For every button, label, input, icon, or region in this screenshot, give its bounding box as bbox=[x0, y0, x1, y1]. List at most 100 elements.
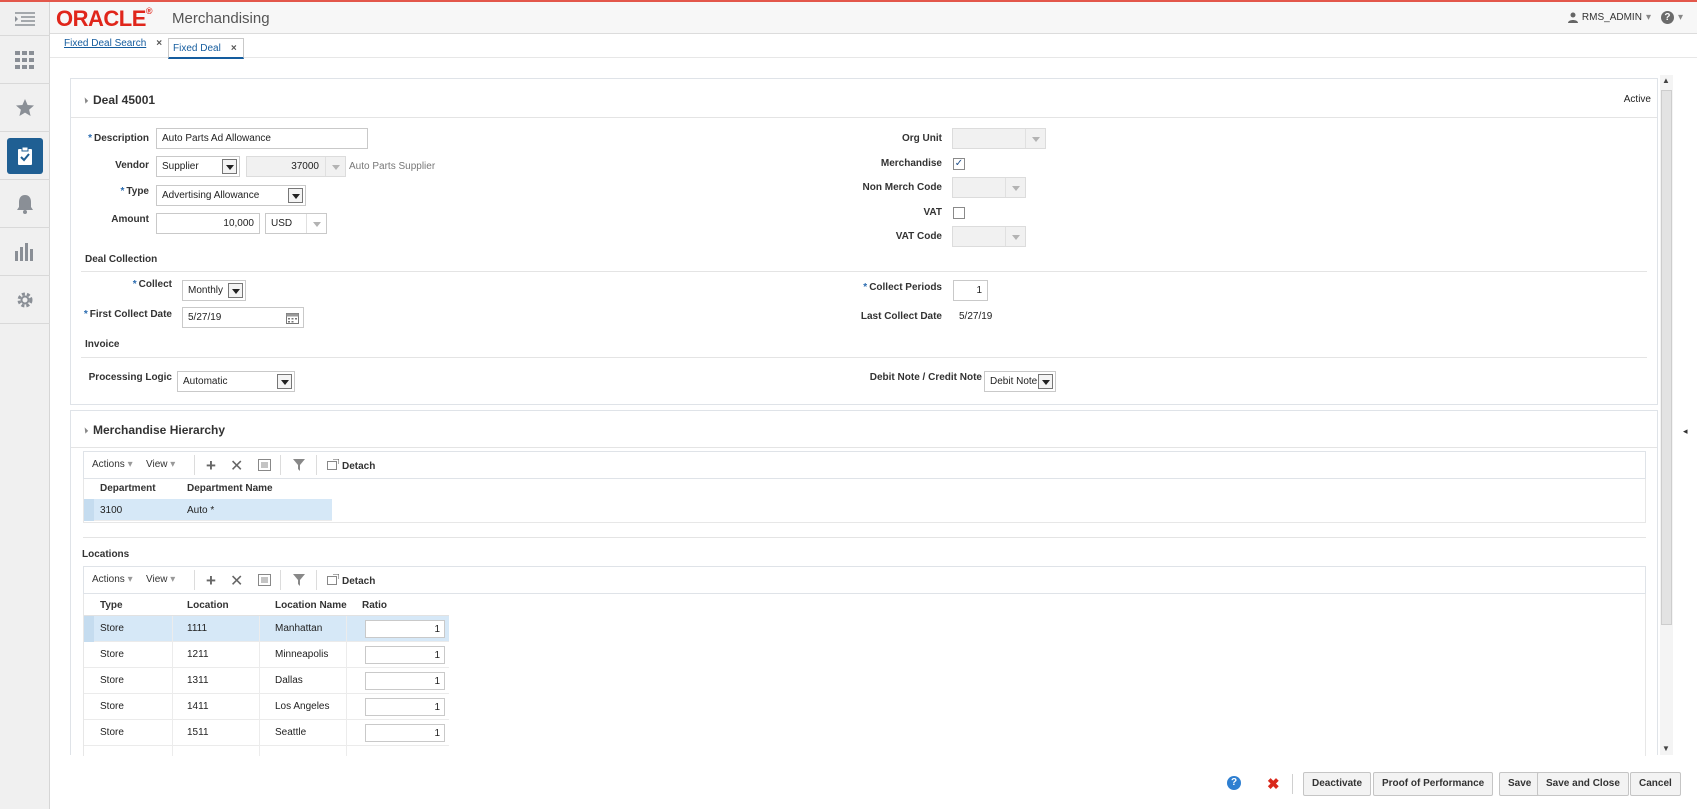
view-menu[interactable]: View ▾ bbox=[146, 459, 175, 470]
table-row[interactable]: Store 1111 Manhattan 1 bbox=[84, 616, 449, 642]
column-header-location-name[interactable]: Location Name bbox=[275, 600, 347, 611]
delete-icon[interactable]: ✕ bbox=[230, 456, 243, 476]
actions-menu[interactable]: Actions ▾ bbox=[92, 574, 133, 585]
cancel-x-icon[interactable]: ✖ bbox=[1267, 775, 1280, 793]
proof-of-performance-button[interactable]: Proof of Performance bbox=[1373, 772, 1494, 796]
view-menu[interactable]: View ▾ bbox=[146, 574, 175, 585]
chevron-down-icon[interactable] bbox=[325, 157, 345, 176]
divider bbox=[83, 537, 1646, 538]
row-selector[interactable] bbox=[84, 616, 94, 642]
save-and-close-button[interactable]: Save and Close bbox=[1537, 772, 1629, 796]
last-collect-date-label: Last Collect Date bbox=[860, 311, 942, 322]
tab-label[interactable]: Fixed Deal Search bbox=[64, 38, 146, 49]
column-header-department-name[interactable]: Department Name bbox=[187, 483, 273, 494]
amount-field[interactable]: 10,000 bbox=[156, 213, 260, 234]
table-row[interactable]: Store 1511 Seattle 1 bbox=[84, 720, 449, 746]
column-header-ratio[interactable]: Ratio bbox=[362, 600, 387, 611]
export-icon[interactable] bbox=[258, 459, 271, 474]
type-select[interactable]: Advertising Allowance bbox=[156, 185, 306, 206]
toolbar-separator bbox=[194, 570, 195, 590]
filter-icon[interactable] bbox=[293, 459, 305, 474]
invoice-title: Invoice bbox=[85, 339, 120, 350]
chevron-down-icon[interactable] bbox=[306, 214, 326, 233]
description-field[interactable]: Auto Parts Ad Allowance bbox=[156, 128, 368, 149]
table-row[interactable]: Store 1411 Los Angeles 1 bbox=[84, 694, 449, 720]
detach-button[interactable]: Detach bbox=[327, 458, 375, 472]
detach-button[interactable]: Detach bbox=[327, 573, 375, 587]
vat-checkbox[interactable] bbox=[953, 207, 965, 219]
ratio-input[interactable]: 1 bbox=[365, 724, 445, 742]
vat-code-select[interactable] bbox=[952, 226, 1026, 247]
chevron-down-icon[interactable] bbox=[288, 188, 303, 203]
rail-apps[interactable] bbox=[0, 36, 50, 84]
tab-fixed-deal-search[interactable]: Fixed Deal Search × bbox=[64, 38, 162, 58]
merchandise-checkbox[interactable]: ✓ bbox=[953, 158, 965, 170]
chevron-down-icon[interactable] bbox=[1025, 129, 1045, 148]
chevron-down-icon[interactable] bbox=[228, 283, 243, 298]
column-header-type[interactable]: Type bbox=[100, 600, 123, 611]
deal-header[interactable]: Deal 45001 bbox=[81, 93, 155, 107]
chevron-down-icon[interactable] bbox=[1038, 374, 1053, 389]
column-header-department[interactable]: Department bbox=[100, 483, 156, 494]
actions-menu[interactable]: Actions ▾ bbox=[92, 459, 133, 470]
collect-periods-field[interactable]: 1 bbox=[953, 280, 988, 301]
save-button[interactable]: Save bbox=[1499, 772, 1541, 796]
row-selector[interactable] bbox=[84, 499, 94, 521]
tab-fixed-deal[interactable]: Fixed Deal × bbox=[168, 38, 244, 59]
processing-logic-select[interactable]: Automatic bbox=[177, 371, 295, 392]
table-row[interactable]: 3100 Auto * bbox=[84, 499, 332, 521]
deactivate-button[interactable]: Deactivate bbox=[1303, 772, 1372, 796]
currency-select[interactable]: USD bbox=[265, 213, 327, 234]
merchandise-hierarchy-header[interactable]: Merchandise Hierarchy bbox=[81, 423, 225, 437]
chevron-down-icon: ▾ bbox=[1645, 12, 1651, 23]
rail-reports[interactable] bbox=[0, 228, 50, 276]
vendor-type-select[interactable]: Supplier bbox=[156, 156, 240, 177]
vendor-id-field[interactable]: 37000 bbox=[246, 156, 346, 177]
collapse-icon[interactable] bbox=[81, 427, 89, 434]
ratio-input[interactable]: 1 bbox=[365, 620, 445, 638]
collapse-icon[interactable] bbox=[81, 97, 89, 104]
first-collect-date-label: * First Collect Date bbox=[83, 309, 172, 320]
non-merch-code-select[interactable] bbox=[952, 177, 1026, 198]
department-name-cell: Auto * bbox=[187, 505, 215, 516]
add-icon[interactable]: + bbox=[206, 456, 216, 476]
chevron-down-icon[interactable] bbox=[1005, 227, 1025, 246]
scroll-up-icon[interactable]: ▲ bbox=[1662, 76, 1670, 85]
chevron-down-icon[interactable] bbox=[222, 159, 237, 174]
table-row[interactable]: Store 1211 Minneapolis 1 bbox=[84, 642, 449, 668]
collect-select[interactable]: Monthly bbox=[182, 280, 246, 301]
divider bbox=[81, 271, 1647, 272]
export-icon[interactable] bbox=[258, 574, 271, 589]
ratio-input[interactable]: 1 bbox=[365, 698, 445, 716]
help-menu-icon[interactable]: ? bbox=[1660, 11, 1674, 24]
panel-expand-icon[interactable]: ◂ bbox=[1683, 426, 1688, 437]
calendar-icon[interactable] bbox=[286, 312, 299, 324]
delete-icon[interactable]: ✕ bbox=[230, 571, 243, 591]
tab-label[interactable]: Fixed Deal bbox=[173, 43, 221, 54]
column-header-location[interactable]: Location bbox=[187, 600, 229, 611]
org-unit-select[interactable] bbox=[952, 128, 1046, 149]
help-icon[interactable]: ? bbox=[1227, 776, 1241, 790]
rail-favorites[interactable] bbox=[0, 84, 50, 132]
add-icon[interactable]: + bbox=[206, 571, 216, 591]
first-collect-date-field[interactable]: 5/27/19 bbox=[182, 307, 304, 328]
locations-title: Locations bbox=[82, 549, 130, 560]
close-icon[interactable]: × bbox=[231, 43, 237, 54]
deal-status: Active bbox=[1623, 94, 1651, 105]
filter-icon[interactable] bbox=[293, 574, 305, 589]
scrollbar-thumb[interactable] bbox=[1661, 90, 1672, 625]
table-row[interactable]: Store 1311 Dallas 1 bbox=[84, 668, 449, 694]
user-menu[interactable]: RMS_ADMIN ▾ ? ▾ bbox=[1567, 11, 1683, 24]
menu-toggle[interactable] bbox=[0, 2, 50, 36]
chevron-down-icon[interactable] bbox=[277, 374, 292, 389]
ratio-input[interactable]: 1 bbox=[365, 672, 445, 690]
rail-notifications[interactable] bbox=[0, 180, 50, 228]
scroll-down-icon[interactable]: ▼ bbox=[1662, 744, 1670, 753]
rail-tasks[interactable] bbox=[0, 132, 50, 180]
chevron-down-icon[interactable] bbox=[1005, 178, 1025, 197]
debit-credit-select[interactable]: Debit Note bbox=[984, 371, 1056, 392]
cancel-button[interactable]: Cancel bbox=[1630, 772, 1681, 796]
rail-settings[interactable] bbox=[0, 276, 50, 324]
ratio-input[interactable]: 1 bbox=[365, 646, 445, 664]
close-icon[interactable]: × bbox=[156, 38, 162, 49]
